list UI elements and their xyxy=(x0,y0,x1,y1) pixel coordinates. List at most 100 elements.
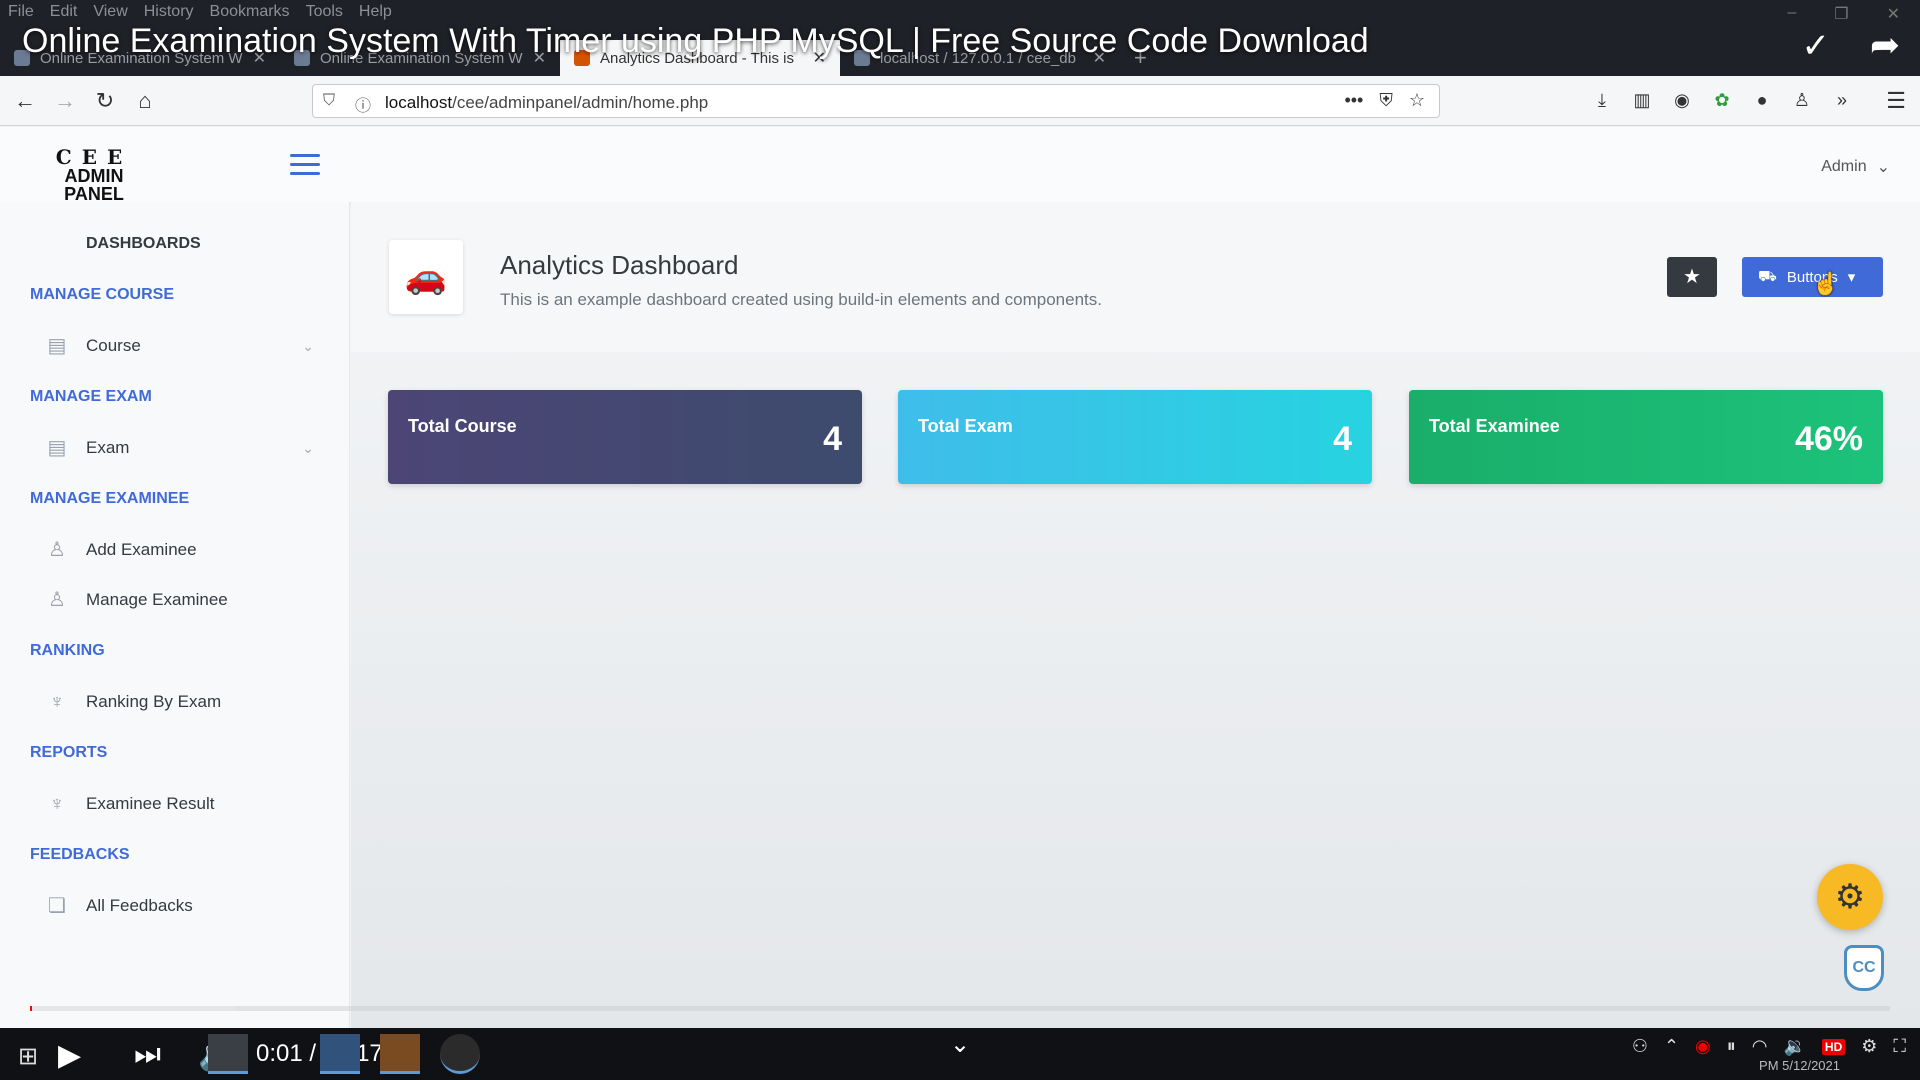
logo-bottom: ADMIN PANEL xyxy=(64,166,124,204)
sidebar-item-label: Examinee Result xyxy=(86,794,215,813)
browser-menu-icon[interactable]: ☰ xyxy=(1886,88,1906,114)
chevron-down-icon: ⌄ xyxy=(302,337,314,354)
sidebar-item-all-feedbacks[interactable]: ❏ All Feedbacks xyxy=(44,888,314,924)
stat-card-total-examinee: Total Examinee 46% xyxy=(1409,390,1883,484)
sidebar-item-label: All Feedbacks xyxy=(86,896,193,915)
chevron-down-icon: ⌄ xyxy=(302,439,314,456)
menu-file[interactable]: File xyxy=(8,3,34,21)
menu-history[interactable]: History xyxy=(144,3,194,21)
xampp-icon[interactable] xyxy=(380,1034,420,1074)
stat-value: 4 xyxy=(823,420,842,458)
download-icon[interactable]: ⤓ xyxy=(1590,88,1614,112)
forward-icon[interactable]: → xyxy=(52,88,78,114)
business-icon: ⛟ xyxy=(1758,267,1777,285)
back-icon[interactable]: ← xyxy=(12,88,38,114)
main-content: 🚗 Analytics Dashboard This is an example… xyxy=(351,202,1920,1028)
pause-icon[interactable]: ⏸ xyxy=(1727,1036,1736,1057)
url-actions: ••• ⛨ ☆ xyxy=(1344,90,1425,111)
sidebar-item-manage-examinee[interactable]: ♙ Manage Examinee xyxy=(44,582,314,618)
add-user-icon: ♙ xyxy=(48,539,66,561)
progress-buffer xyxy=(30,1006,235,1011)
sidebar-item-course[interactable]: ▤ Course ⌄ xyxy=(44,328,314,364)
sidebar-heading-manage-exam: MANAGE EXAM xyxy=(30,388,152,405)
bookmark-star-icon[interactable]: ☆ xyxy=(1409,90,1425,111)
page-info-icon[interactable]: ⓘ xyxy=(355,92,371,116)
hd-badge: HD xyxy=(1821,1038,1846,1055)
stat-label: Total Exam xyxy=(918,416,1013,436)
sidebar-item-label: Ranking By Exam xyxy=(86,692,222,711)
sidebar-item-add-examinee[interactable]: ♙ Add Examinee xyxy=(44,532,314,568)
url-host: localhost xyxy=(385,93,453,112)
reload-icon[interactable]: ↻ xyxy=(92,88,118,114)
sidebar-item-ranking-by-exam[interactable]: ♆ Ranking By Exam xyxy=(44,684,314,720)
restore-icon[interactable]: ❐ xyxy=(1834,4,1848,24)
star-button[interactable]: ★ xyxy=(1667,257,1717,297)
sidebar-heading-manage-course: MANAGE COURSE xyxy=(30,286,175,303)
exit-fullscreen-icon[interactable]: ⛶ xyxy=(1893,1036,1906,1057)
sidebar-item-label: Manage Examinee xyxy=(86,590,228,609)
windows-start-icon[interactable]: ⊞ xyxy=(18,1042,38,1071)
tray-up-icon[interactable]: ⌃ xyxy=(1664,1036,1679,1057)
car-icon: 🚗 xyxy=(389,240,463,314)
next-icon[interactable]: ⏭ xyxy=(134,1038,161,1072)
settings-gear-button[interactable]: ⚙ xyxy=(1817,864,1883,930)
menu-view[interactable]: View xyxy=(93,3,127,21)
taskbar-app-icon[interactable] xyxy=(320,1034,360,1074)
settings-icon[interactable]: ⚙ xyxy=(1861,1036,1877,1057)
sidebar-icon[interactable]: ▥ xyxy=(1630,88,1654,112)
record-icon[interactable]: ◉ xyxy=(1695,1036,1711,1057)
browser-titlebar: File Edit View History Bookmarks Tools H… xyxy=(0,0,1920,76)
wifi-icon[interactable]: ◠ xyxy=(1752,1036,1768,1057)
play-icon[interactable]: ▶ xyxy=(58,1038,81,1073)
page-title-panel: 🚗 Analytics Dashboard This is an example… xyxy=(351,202,1920,352)
video-title: Online Examination System With Timer usi… xyxy=(22,22,1369,60)
sidebar-heading-feedbacks: FEEDBACKS xyxy=(30,846,130,863)
minimize-icon[interactable]: – xyxy=(1787,4,1796,24)
close-window-icon[interactable]: ✕ xyxy=(1887,4,1900,24)
chevron-down-icon[interactable]: ⌄ xyxy=(950,1030,970,1059)
user-extension-icon[interactable]: ♙ xyxy=(1790,88,1814,112)
stat-value: 4 xyxy=(1333,420,1352,458)
url-text[interactable]: localhost/cee/adminpanel/admin/home.php xyxy=(385,93,708,113)
stat-label: Total Course xyxy=(408,416,517,436)
page-actions-icon[interactable]: ••• xyxy=(1344,90,1363,111)
sidebar-item-label: Exam xyxy=(86,438,130,457)
menu-help[interactable]: Help xyxy=(359,3,392,21)
chevron-down-icon: ⌄ xyxy=(1876,159,1890,176)
trophy-icon: ♆ xyxy=(49,691,65,713)
chrome-icon[interactable] xyxy=(440,1034,480,1074)
menu-bookmarks[interactable]: Bookmarks xyxy=(210,3,290,21)
sidebar-item-label: Add Examinee xyxy=(86,540,197,559)
admin-user-menu[interactable]: Admin ⌄ xyxy=(1821,157,1890,177)
tray-clock: PM 5/12/2021 xyxy=(1759,1058,1840,1073)
pocket-icon[interactable]: ⛨ xyxy=(1379,90,1393,111)
stat-card-total-course: Total Course 4 xyxy=(388,390,862,484)
clock-time: PM xyxy=(1759,1058,1779,1073)
hamburger-menu-icon[interactable] xyxy=(290,154,320,176)
share-icon[interactable]: ➦ xyxy=(1870,24,1900,66)
channel-watermark-icon: CC xyxy=(1844,945,1884,991)
sidebar-heading-dashboards[interactable]: DASHBOARDS xyxy=(86,235,201,253)
menu-edit[interactable]: Edit xyxy=(50,3,78,21)
checkmark-icon[interactable]: ✓ xyxy=(1802,26,1831,66)
people-icon[interactable]: ⚇ xyxy=(1632,1036,1648,1057)
speaker-icon[interactable]: 🔉 xyxy=(1783,1036,1805,1057)
sidebar-heading-reports: REPORTS xyxy=(30,744,108,761)
sync-extension-icon[interactable]: ✿ xyxy=(1710,88,1734,112)
menu-tools[interactable]: Tools xyxy=(306,3,343,21)
address-bar[interactable]: ⛉ ⓘ localhost/cee/adminpanel/admin/home.… xyxy=(312,84,1440,118)
sidebar-item-exam[interactable]: ▤ Exam ⌄ xyxy=(44,430,314,466)
shield-icon[interactable]: ⛉ xyxy=(323,92,335,110)
url-path: /cee/adminpanel/admin/home.php xyxy=(452,93,709,112)
taskbar-app-icon[interactable] xyxy=(208,1034,248,1074)
list-icon: ▤ xyxy=(47,335,67,357)
account-icon[interactable]: ◉ xyxy=(1670,88,1694,112)
home-icon[interactable]: ⌂ xyxy=(132,88,158,114)
extension-icon[interactable]: ● xyxy=(1750,88,1774,112)
buttons-dropdown[interactable]: ⛟ Buttons ▾ ☝ xyxy=(1742,257,1883,297)
overflow-icon[interactable]: » xyxy=(1830,88,1854,112)
progress-played xyxy=(30,1006,33,1011)
video-progress-bar[interactable] xyxy=(30,1006,1890,1011)
sidebar-item-examinee-result[interactable]: ♆ Examinee Result xyxy=(44,786,314,822)
video-controls-bar: ⊞ ▶ ⏭ 🔊 0:01 / 14:17 ⌄ ⚇ ⌃ ◉ ⏸ ◠ 🔉 HD ⚙ … xyxy=(0,1028,1920,1080)
